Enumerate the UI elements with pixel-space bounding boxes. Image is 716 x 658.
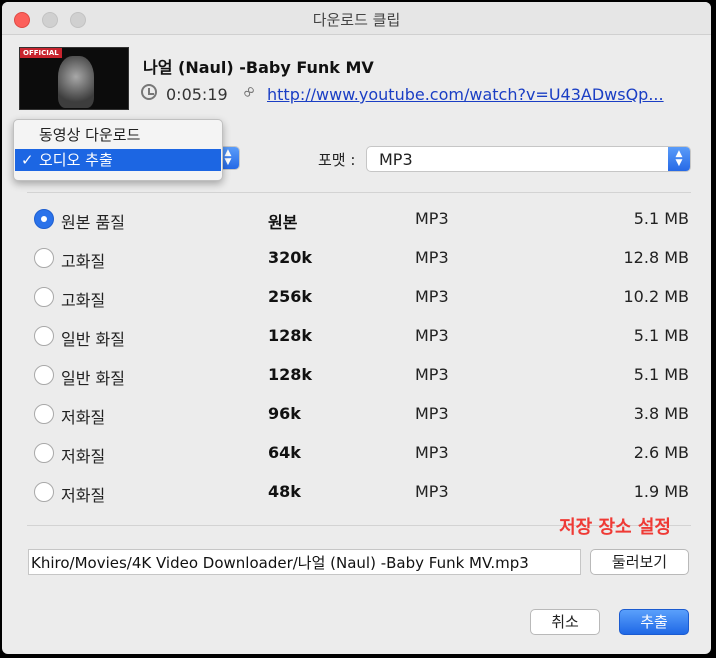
- divider: [27, 192, 691, 193]
- quality-option-row[interactable]: 저화질 48k MP3 1.9 MB: [2, 479, 711, 505]
- quality-option-row[interactable]: 고화질 256k MP3 10.2 MB: [2, 284, 711, 310]
- save-path-input[interactable]: [29, 550, 580, 574]
- video-duration: 0:05:19: [166, 85, 228, 104]
- menu-item-video-download[interactable]: 동영상 다운로드: [15, 124, 221, 146]
- quality-file-size: 1.9 MB: [633, 482, 689, 501]
- download-mode-menu: 동영상 다운로드 ✓ 오디오 추출: [13, 119, 223, 181]
- quality-option-row[interactable]: 원본 품질 원본 MP3 5.1 MB: [2, 206, 711, 232]
- quality-radio-button[interactable]: [34, 287, 54, 307]
- quality-format: MP3: [415, 209, 449, 228]
- quality-bitrate: 원본: [268, 213, 298, 232]
- menu-item-label: 오디오 추출: [39, 151, 113, 169]
- extract-button[interactable]: 추출: [619, 609, 689, 635]
- format-label: 포맷 :: [318, 151, 356, 169]
- quality-label: 고화질: [61, 252, 106, 271]
- menu-item-audio-extract[interactable]: ✓ 오디오 추출: [15, 149, 221, 171]
- thumbnail-badge: OFFICIAL: [20, 48, 62, 58]
- quality-radio-button[interactable]: [34, 248, 54, 268]
- clock-icon: [141, 84, 157, 100]
- quality-format: MP3: [415, 443, 449, 462]
- quality-option-row[interactable]: 저화질 64k MP3 2.6 MB: [2, 440, 711, 466]
- quality-format: MP3: [415, 326, 449, 345]
- quality-bitrate: 48k: [268, 482, 301, 501]
- quality-option-row[interactable]: 일반 화질 128k MP3 5.1 MB: [2, 362, 711, 388]
- quality-label: 고화질: [61, 291, 106, 310]
- cancel-button[interactable]: 취소: [530, 609, 600, 635]
- quality-radio-button[interactable]: [34, 404, 54, 424]
- link-icon: ∞: [237, 79, 262, 105]
- quality-label: 원본 품질: [61, 213, 125, 232]
- quality-label: 일반 화질: [61, 330, 125, 349]
- video-thumbnail: OFFICIAL: [19, 47, 129, 110]
- browse-button[interactable]: 둘러보기: [590, 549, 689, 575]
- quality-format: MP3: [415, 404, 449, 423]
- menu-item-label: 동영상 다운로드: [39, 126, 141, 144]
- format-value: MP3: [379, 150, 413, 169]
- quality-file-size: 12.8 MB: [623, 248, 690, 267]
- quality-bitrate: 256k: [268, 287, 313, 306]
- checkmark-icon: ✓: [21, 151, 34, 169]
- quality-bitrate: 128k: [268, 326, 313, 345]
- quality-radio-button[interactable]: [34, 209, 54, 229]
- quality-label: 일반 화질: [61, 369, 125, 388]
- quality-option-row[interactable]: 저화질 96k MP3 3.8 MB: [2, 401, 711, 427]
- select-stepper-icon: ▲ ▼: [668, 147, 690, 171]
- quality-radio-button[interactable]: [34, 482, 54, 502]
- quality-format: MP3: [415, 248, 449, 267]
- quality-radio-button[interactable]: [34, 365, 54, 385]
- window-title: 다운로드 클립: [312, 11, 401, 29]
- quality-format: MP3: [415, 287, 449, 306]
- save-location-annotation: 저장 장소 설정: [559, 517, 671, 538]
- quality-bitrate: 320k: [268, 248, 313, 267]
- quality-option-row[interactable]: 일반 화질 128k MP3 5.1 MB: [2, 323, 711, 349]
- quality-file-size: 5.1 MB: [633, 209, 689, 228]
- quality-format: MP3: [415, 365, 449, 384]
- quality-format: MP3: [415, 482, 449, 501]
- thumbnail-figure: [58, 56, 94, 108]
- quality-file-size: 5.1 MB: [633, 326, 689, 345]
- title-bar: 다운로드 클립: [2, 2, 711, 35]
- quality-label: 저화질: [61, 486, 106, 505]
- quality-file-size: 5.1 MB: [633, 365, 689, 384]
- quality-radio-button[interactable]: [34, 443, 54, 463]
- quality-bitrate: 64k: [268, 443, 301, 462]
- quality-bitrate: 128k: [268, 365, 313, 384]
- quality-label: 저화질: [61, 408, 106, 427]
- video-url-link[interactable]: http://www.youtube.com/watch?v=U43ADwsQp…: [267, 85, 664, 104]
- quality-file-size: 2.6 MB: [633, 443, 689, 462]
- quality-file-size: 3.8 MB: [633, 404, 689, 423]
- format-select[interactable]: MP3 ▲ ▼: [366, 146, 691, 172]
- quality-label: 저화질: [61, 447, 106, 466]
- download-clip-window: 다운로드 클립 OFFICIAL 나얼 (Naul) -Baby Funk MV…: [2, 2, 711, 654]
- quality-radio-button[interactable]: [34, 326, 54, 346]
- quality-bitrate: 96k: [268, 404, 301, 423]
- video-title: 나얼 (Naul) -Baby Funk MV: [143, 58, 374, 77]
- quality-option-row[interactable]: 고화질 320k MP3 12.8 MB: [2, 245, 711, 271]
- save-path-field[interactable]: [28, 549, 581, 575]
- quality-file-size: 10.2 MB: [623, 287, 690, 306]
